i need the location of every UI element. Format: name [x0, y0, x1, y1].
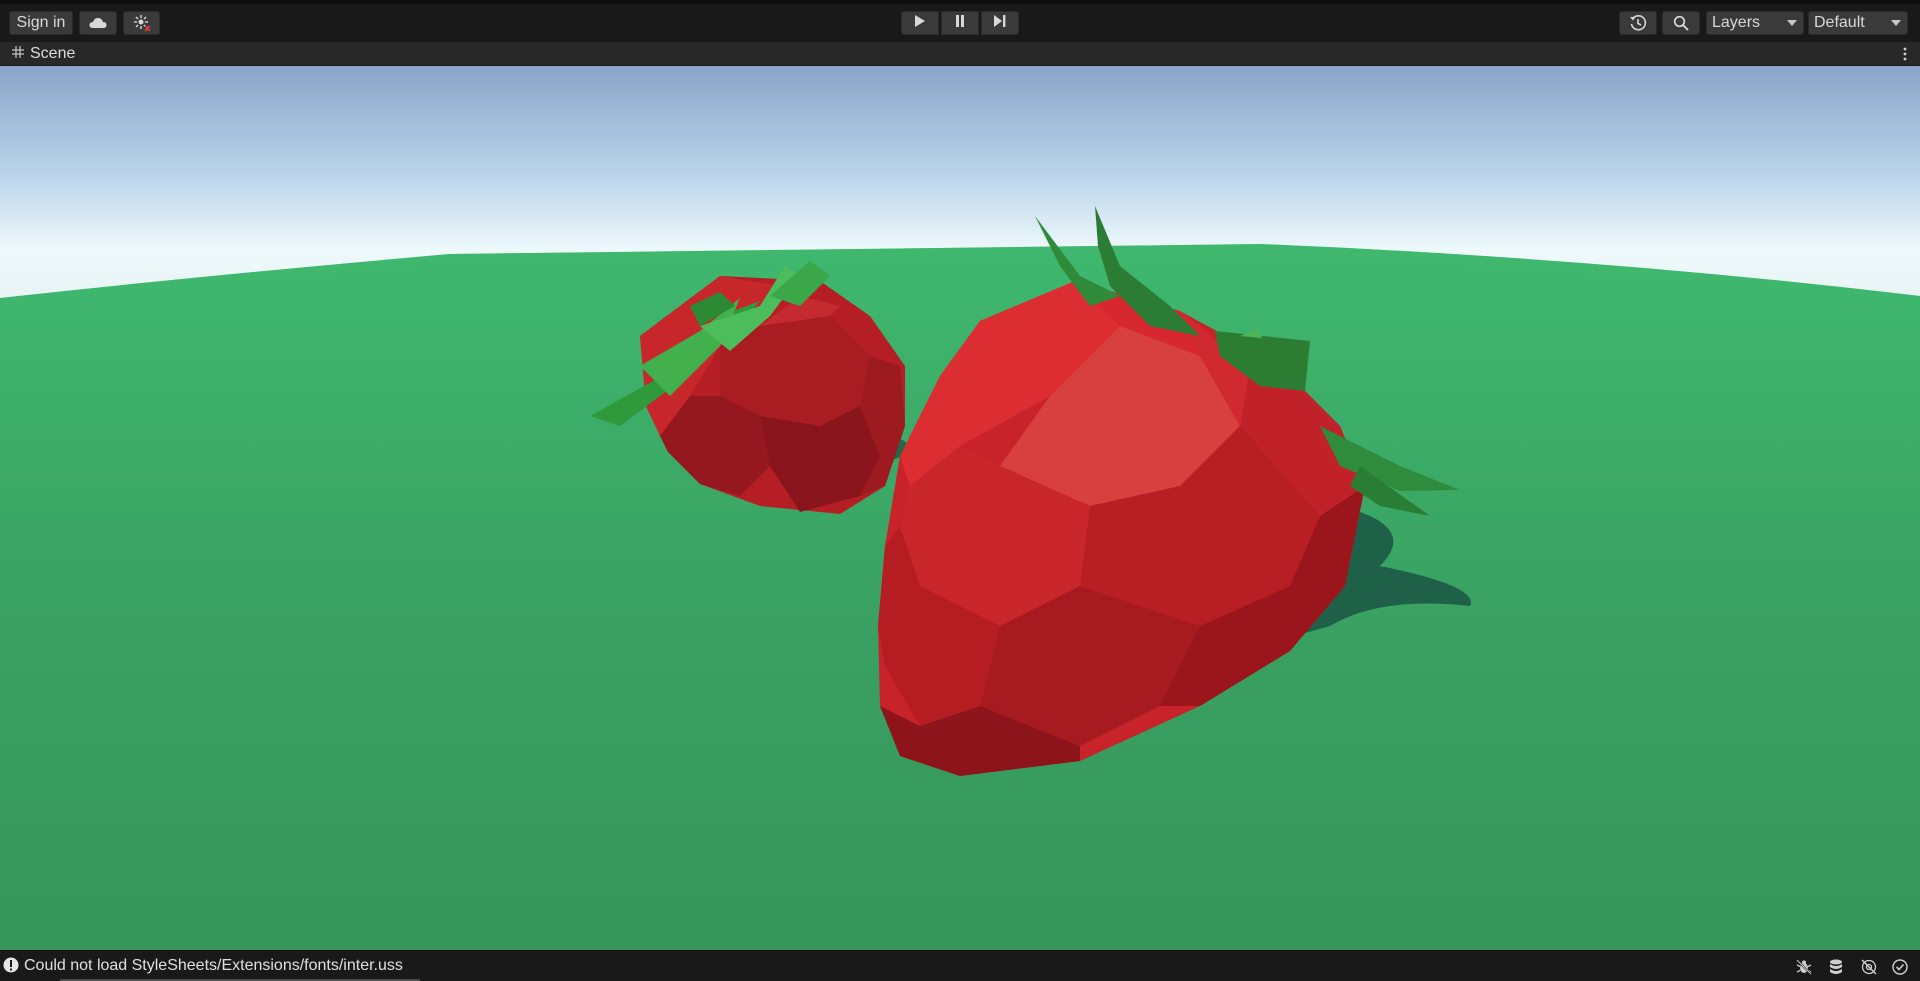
play-button[interactable] — [901, 11, 939, 35]
layout-dropdown[interactable]: Default — [1808, 11, 1908, 35]
bug-icon[interactable] — [1795, 958, 1813, 976]
step-icon — [993, 14, 1007, 33]
grid-icon — [12, 45, 24, 63]
checkmark-circle-icon[interactable] — [1891, 958, 1909, 976]
sign-in-button[interactable]: Sign in — [9, 11, 73, 35]
collab-sparkle-icon — [133, 14, 151, 32]
search-icon — [1673, 15, 1689, 31]
pause-icon — [954, 14, 966, 33]
chevron-down-icon — [1787, 20, 1797, 26]
cloud-icon — [89, 17, 107, 29]
layout-label: Default — [1814, 14, 1865, 31]
unity-editor-window: Sign in Layers Default Scene Could not l… — [0, 0, 1920, 981]
history-button[interactable] — [1619, 11, 1657, 35]
main-toolbar: Sign in Layers Default — [0, 0, 1920, 42]
status-bar: Could not load StyleSheets/Extensions/fo… — [0, 950, 1920, 981]
network-off-icon[interactable] — [1860, 958, 1878, 976]
play-icon — [914, 14, 926, 33]
sign-in-label: Sign in — [16, 14, 66, 31]
step-button[interactable] — [981, 11, 1019, 35]
tab-scene[interactable]: Scene — [0, 42, 85, 66]
history-icon — [1629, 14, 1647, 32]
vertical-ellipsis-icon[interactable] — [1900, 45, 1910, 63]
layers-dropdown[interactable]: Layers — [1706, 11, 1804, 35]
cache-server-icon[interactable] — [1828, 958, 1846, 976]
pause-button[interactable] — [941, 11, 979, 35]
scene-viewport[interactable] — [0, 66, 1920, 950]
status-message[interactable]: Could not load StyleSheets/Extensions/fo… — [24, 957, 403, 975]
warning-icon — [3, 957, 19, 978]
playmode-controls — [901, 11, 1019, 35]
scene-tab-bar: Scene — [0, 42, 1920, 66]
cloud-button[interactable] — [79, 11, 117, 35]
collab-button[interactable] — [123, 11, 160, 35]
chevron-down-icon — [1891, 20, 1901, 26]
layers-label: Layers — [1712, 14, 1761, 31]
tab-scene-label: Scene — [30, 45, 76, 62]
search-button[interactable] — [1662, 11, 1700, 35]
